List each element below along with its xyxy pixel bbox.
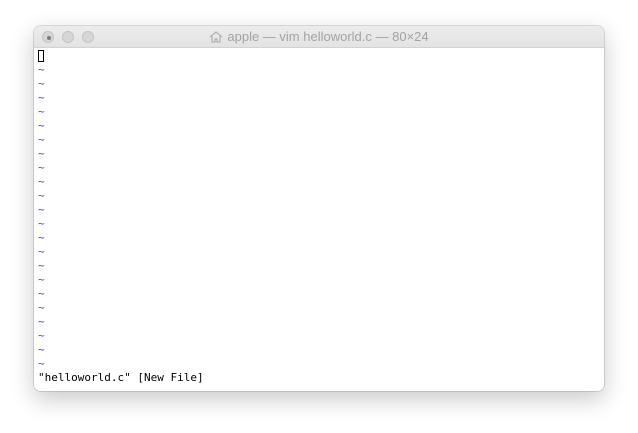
vim-status-line: "helloworld.c" [New File]	[38, 371, 204, 384]
tilde-line: ~	[38, 91, 45, 104]
tilde-line: ~	[38, 301, 45, 314]
tilde-line: ~	[38, 329, 45, 342]
cursor-line	[38, 49, 600, 63]
tilde-line: ~	[38, 189, 45, 202]
tilde-line: ~	[38, 77, 45, 90]
terminal-content[interactable]: ~ ~ ~ ~ ~ ~ ~ ~ ~ ~ ~ ~ ~ ~ ~ ~ ~ ~ ~ ~ ~ ~ "helloworld.c" [N…	[38, 49, 600, 389]
tilde-line: ~	[38, 119, 45, 132]
tilde-line: ~	[38, 133, 45, 146]
tilde-line: ~	[38, 203, 45, 216]
title-bar[interactable]: apple — vim helloworld.c — 80×24	[34, 26, 604, 48]
tilde-line: ~	[38, 161, 45, 174]
tilde-line: ~	[38, 63, 45, 76]
window-title-text: apple — vim helloworld.c — 80×24	[227, 29, 429, 44]
tilde-line: ~	[38, 315, 45, 328]
tilde-line: ~	[38, 231, 45, 244]
terminal-window: apple — vim helloworld.c — 80×24 ~ ~ ~ ~ ~ ~ ~…	[34, 26, 604, 391]
tilde-line: ~	[38, 217, 45, 230]
tilde-line: ~	[38, 147, 45, 160]
tilde-line: ~	[38, 105, 45, 118]
home-icon	[209, 28, 223, 50]
tilde-line: ~	[38, 357, 45, 370]
window-title: apple — vim helloworld.c — 80×24	[34, 26, 604, 48]
empty-buffer-lines: ~ ~ ~ ~ ~ ~ ~ ~ ~ ~ ~ ~ ~ ~ ~ ~ ~ ~ ~ ~ ~ ~	[38, 63, 600, 371]
tilde-line: ~	[38, 245, 45, 258]
text-cursor	[38, 50, 44, 62]
tilde-line: ~	[38, 273, 45, 286]
tilde-line: ~	[38, 175, 45, 188]
tilde-line: ~	[38, 259, 45, 272]
tilde-line: ~	[38, 287, 45, 300]
tilde-line: ~	[38, 343, 45, 356]
